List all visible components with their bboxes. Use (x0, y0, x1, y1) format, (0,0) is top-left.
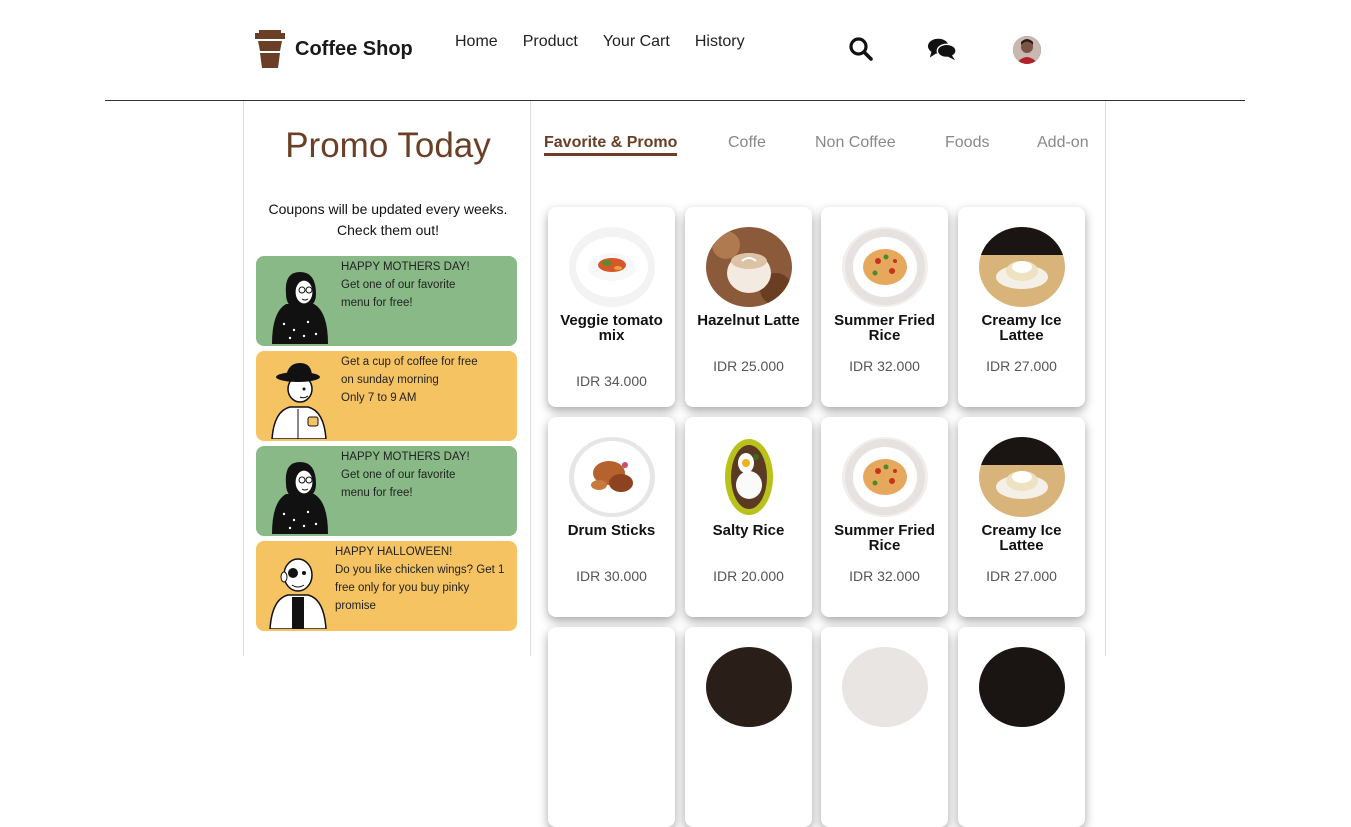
veggie-plate-image (569, 227, 655, 307)
nav-product[interactable]: Product (523, 33, 578, 51)
product-price: IDR 20.000 (713, 568, 784, 584)
promo-description: Coupons will be updated every weeks. Che… (268, 201, 508, 238)
coupon-text: HAPPY MOTHERS DAY! Get one of our favori… (341, 261, 470, 309)
tab-coffe[interactable]: Coffe (728, 134, 766, 152)
search-icon[interactable] (846, 34, 876, 64)
product-card[interactable]: Drum Sticks IDR 30.000 (548, 417, 675, 617)
product-card[interactable] (685, 627, 812, 827)
product-price: IDR 32.000 (849, 358, 920, 374)
product-card[interactable]: Veggie tomato mix IDR 34.000 (548, 207, 675, 407)
ice-latte-image (979, 437, 1065, 517)
coffee-cup-icon (255, 30, 285, 68)
product-price: IDR 27.000 (986, 358, 1057, 374)
coupon-card[interactable]: HAPPY MOTHERS DAY! Get one of our favori… (256, 256, 517, 346)
product-price: IDR 27.000 (986, 568, 1057, 584)
salty-rice-image (706, 437, 792, 517)
product-card[interactable]: Creamy Ice Lattee IDR 27.000 (958, 417, 1085, 617)
product-card[interactable] (821, 627, 948, 827)
tab-non-coffee[interactable]: Non Coffee (815, 134, 896, 152)
fried-rice-image (842, 227, 928, 307)
product-name: Drum Sticks (567, 522, 656, 539)
product-image (706, 647, 792, 727)
product-price: IDR 32.000 (849, 568, 920, 584)
product-price: IDR 30.000 (576, 568, 647, 584)
product-card[interactable]: Summer Fried Rice IDR 32.000 (821, 417, 948, 617)
product-price: IDR 25.000 (713, 358, 784, 374)
product-name: Summer Fried Rice (834, 522, 935, 554)
tab-add-on[interactable]: Add-on (1037, 134, 1089, 152)
product-card[interactable]: Creamy Ice Lattee IDR 27.000 (958, 207, 1085, 407)
coupon-card[interactable]: Get a cup of coffee for free on sunday m… (256, 351, 517, 441)
brand-name: Coffee Shop (295, 37, 413, 60)
product-name: Hazelnut Latte (697, 312, 800, 329)
coupon-card[interactable]: HAPPY MOTHERS DAY! Get one of our favori… (256, 446, 517, 536)
ice-latte-image (979, 227, 1065, 307)
promo-title: Promo Today (285, 126, 491, 165)
product-image (979, 647, 1065, 727)
nav-history[interactable]: History (695, 33, 745, 51)
coupon-text: HAPPY MOTHERS DAY! Get one of our favori… (341, 451, 470, 499)
product-card[interactable] (958, 627, 1085, 827)
panel-divider (1105, 101, 1106, 656)
product-card[interactable]: Hazelnut Latte IDR 25.000 (685, 207, 812, 407)
coupon-text: Get a cup of coffee for free on sunday m… (341, 356, 478, 404)
nav-your-cart[interactable]: Your Cart (603, 33, 670, 51)
bald-man-illustration-icon (269, 558, 327, 629)
coupon-text: HAPPY HALLOWEEN! Do you like chicken win… (335, 546, 505, 612)
product-image (842, 647, 928, 727)
hazelnut-latte-image (706, 227, 792, 307)
product-name: Veggie tomato mix (560, 312, 663, 344)
fried-rice-image (842, 437, 928, 517)
user-avatar[interactable] (1013, 36, 1041, 64)
woman-illustration-icon (272, 462, 328, 534)
site-header: Coffee Shop Home Product Your Cart Histo… (0, 0, 1351, 100)
woman-illustration-icon (272, 272, 328, 344)
product-name: Salty Rice (712, 522, 785, 539)
product-card[interactable]: Salty Rice IDR 20.000 (685, 417, 812, 617)
nav-home[interactable]: Home (455, 33, 498, 51)
main-nav: Home Product Your Cart History (455, 33, 770, 51)
tab-favorite-promo[interactable]: Favorite & Promo (544, 134, 678, 156)
product-card[interactable]: Summer Fried Rice IDR 32.000 (821, 207, 948, 407)
product-name: Creamy Ice Lattee (981, 522, 1062, 554)
chat-icon[interactable] (927, 34, 957, 64)
promo-panel: Promo Today Coupons will be updated ever… (243, 101, 531, 656)
coupon-card[interactable]: HAPPY HALLOWEEN! Do you like chicken win… (256, 541, 517, 631)
product-price: IDR 34.000 (576, 373, 647, 389)
product-name: Creamy Ice Lattee (981, 312, 1062, 344)
product-card[interactable] (548, 627, 675, 827)
tab-foods[interactable]: Foods (945, 134, 989, 152)
brand-logo[interactable]: Coffee Shop (254, 30, 413, 68)
man-with-hat-illustration-icon (271, 363, 327, 439)
product-name: Summer Fried Rice (834, 312, 935, 344)
drum-sticks-image (569, 437, 655, 517)
